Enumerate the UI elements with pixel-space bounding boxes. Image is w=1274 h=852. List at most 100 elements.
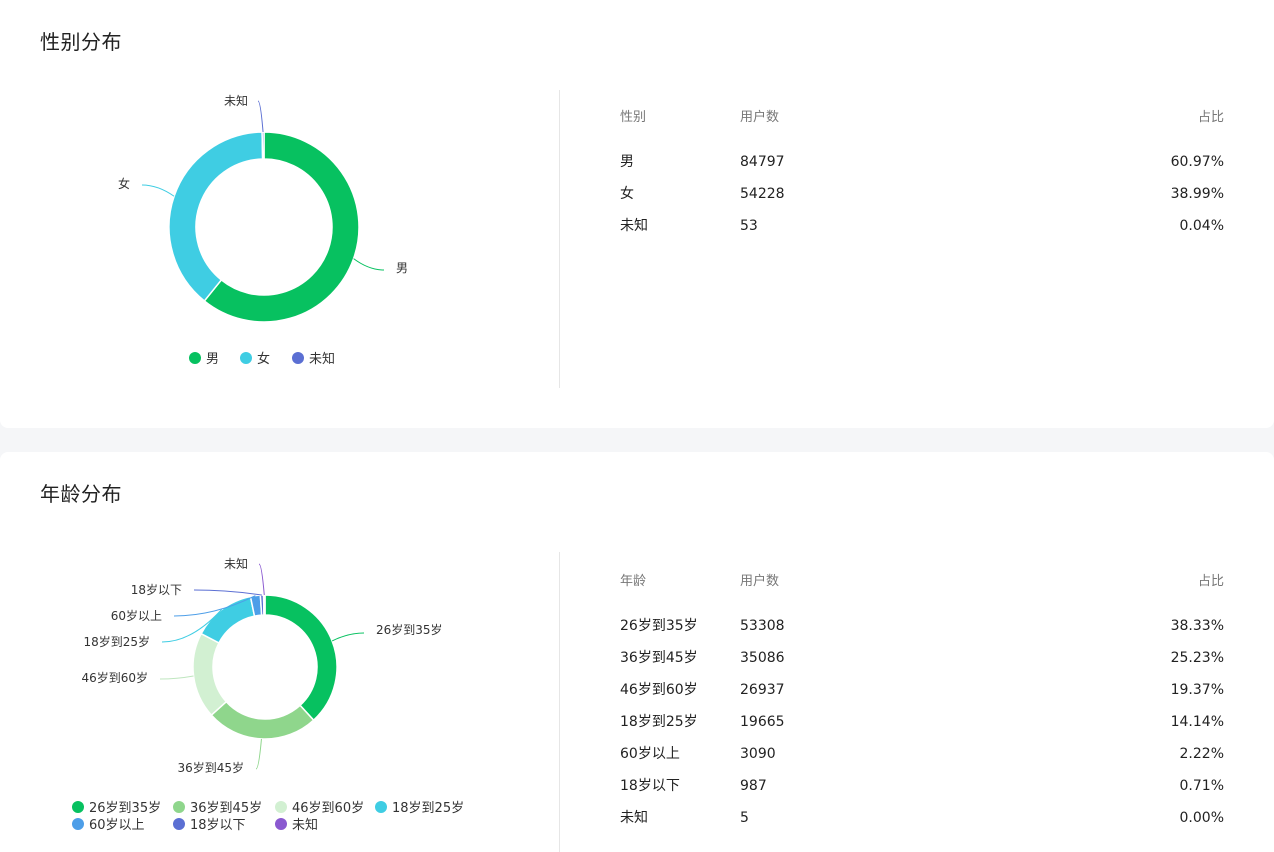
slice-label: 未知 [224, 94, 248, 108]
pie-slice[interactable] [261, 131, 265, 160]
legend-swatch [275, 801, 287, 813]
pie-slice[interactable] [264, 594, 338, 722]
gender-table-header: 性别 用户数 占比 [620, 102, 1224, 134]
pie-slice[interactable] [192, 632, 228, 717]
legend-label: 未知 [309, 351, 335, 367]
age-table-header: 年龄 用户数 占比 [620, 566, 1224, 598]
row-count: 53 [740, 218, 758, 234]
callout-line [159, 675, 194, 680]
legend-swatch [72, 801, 84, 813]
gender-table: 性别 用户数 占比 男 84797 60.97% 女 54228 38.99% … [620, 102, 1224, 242]
callout-line [193, 589, 263, 596]
legend-item[interactable]: 男 [189, 352, 219, 367]
row-label: 男 [620, 154, 634, 170]
age-divider [559, 552, 560, 852]
legend-item[interactable]: 36岁到45岁 [173, 801, 262, 816]
legend-swatch [72, 818, 84, 830]
table-row: 男 84797 60.97% [620, 146, 1224, 178]
slice-label: 18岁以下 [131, 582, 182, 597]
age-callouts: 26岁到35岁 36岁到45岁 46岁到60岁 18岁到25岁 60岁以上 18岁以下 未知 [81, 557, 442, 775]
age-donut-chart: 26岁到35岁36岁到45岁46岁到60岁18岁到25岁60岁以上18岁以下未知… [72, 557, 464, 833]
gender-donut-chart: 男女未知男女未知 [118, 94, 408, 367]
row-label: 未知 [620, 218, 648, 234]
legend-item[interactable]: 未知 [275, 817, 318, 833]
legend-swatch [189, 352, 201, 364]
table-row: 36岁到45岁 35086 25.23% [620, 642, 1224, 674]
gender-slices [168, 131, 360, 323]
gender-legend[interactable]: 男 女 未知 [189, 351, 335, 367]
row-count: 987 [740, 778, 767, 794]
callout-line [255, 738, 262, 770]
legend-swatch [173, 801, 185, 813]
gender-header-percent: 占比 [1197, 110, 1224, 125]
gender-divider [559, 90, 560, 388]
pie-slice[interactable] [200, 595, 256, 644]
slice-label: 男 [396, 261, 408, 275]
pie-slice[interactable] [168, 131, 264, 303]
legend-item[interactable]: 18岁以下 [173, 818, 246, 833]
row-count: 84797 [740, 154, 785, 170]
legend-item[interactable]: 未知 [292, 351, 335, 367]
slice-label: 未知 [224, 557, 248, 571]
row-count: 19665 [740, 714, 785, 730]
row-count: 53308 [740, 618, 785, 634]
row-percent: 60.97% [1170, 154, 1224, 170]
slice-label: 女 [118, 176, 130, 191]
legend-swatch [240, 352, 252, 364]
callout-line [258, 563, 265, 596]
row-count: 26937 [740, 682, 785, 698]
legend-item[interactable]: 18岁到25岁 [375, 801, 464, 816]
row-label: 女 [620, 186, 634, 202]
row-count: 3090 [740, 746, 776, 762]
slice-label: 26岁到35岁 [376, 622, 443, 637]
row-label: 18岁以下 [620, 778, 680, 794]
row-label: 26岁到35岁 [620, 618, 698, 634]
table-row: 未知 5 0.00% [620, 802, 1224, 834]
table-row: 46岁到60岁 26937 19.37% [620, 674, 1224, 706]
gender-card: 性别分布 男女未知男女未知 性别 用户数 占比 男 84797 60.97% 女… [0, 0, 1274, 428]
row-percent: 0.00% [1179, 810, 1224, 826]
row-label: 未知 [620, 810, 648, 826]
pie-slice[interactable] [262, 594, 266, 616]
table-row: 18岁以下 987 0.71% [620, 770, 1224, 802]
legend-label: 女 [257, 351, 270, 367]
gender-header-count: 用户数 [740, 110, 780, 125]
age-legend[interactable]: 26岁到35岁 36岁到45岁 46岁到60岁 18岁到25岁 60岁以上 18岁以下 未知 [72, 801, 464, 833]
callout-line [141, 184, 175, 197]
row-percent: 38.99% [1170, 186, 1224, 202]
legend-item[interactable]: 女 [240, 351, 270, 367]
slice-label: 46岁到60岁 [81, 670, 148, 685]
pie-slice[interactable] [210, 700, 315, 740]
row-percent: 25.23% [1170, 650, 1224, 666]
legend-swatch [173, 818, 185, 830]
age-header-count: 用户数 [740, 574, 780, 589]
age-header-label: 年龄 [620, 574, 647, 589]
legend-item[interactable]: 46岁到60岁 [275, 801, 364, 816]
table-row: 女 54228 38.99% [620, 178, 1224, 210]
row-percent: 19.37% [1170, 682, 1224, 698]
age-card: 年龄分布 26岁到35岁 36岁到45岁 46岁到60岁 18岁到25岁 60岁以上 18… [0, 452, 1274, 852]
callout-line [257, 100, 264, 133]
slice-label: 36岁到45岁 [177, 760, 244, 775]
gender-callouts: 男 女 未知 [118, 94, 408, 275]
legend-item[interactable]: 26岁到35岁 [72, 801, 161, 816]
legend-label: 18岁以下 [190, 818, 246, 833]
table-row: 未知 53 0.04% [620, 210, 1224, 242]
row-percent: 14.14% [1170, 714, 1224, 730]
row-label: 46岁到60岁 [620, 682, 698, 698]
legend-swatch [275, 818, 287, 830]
gender-header-label: 性别 [620, 110, 647, 125]
row-count: 54228 [740, 186, 785, 202]
legend-label: 男 [206, 352, 219, 367]
legend-swatch [292, 352, 304, 364]
row-count: 35086 [740, 650, 785, 666]
legend-item[interactable]: 60岁以上 [72, 818, 145, 833]
row-percent: 0.04% [1179, 218, 1224, 234]
age-header-percent: 占比 [1197, 574, 1224, 589]
legend-label: 60岁以上 [89, 818, 145, 833]
legend-label: 18岁到25岁 [392, 801, 464, 816]
table-row: 18岁到25岁 19665 14.14% [620, 706, 1224, 738]
table-row: 60岁以上 3090 2.22% [620, 738, 1224, 770]
legend-swatch [375, 801, 387, 813]
legend-label: 未知 [292, 817, 318, 833]
